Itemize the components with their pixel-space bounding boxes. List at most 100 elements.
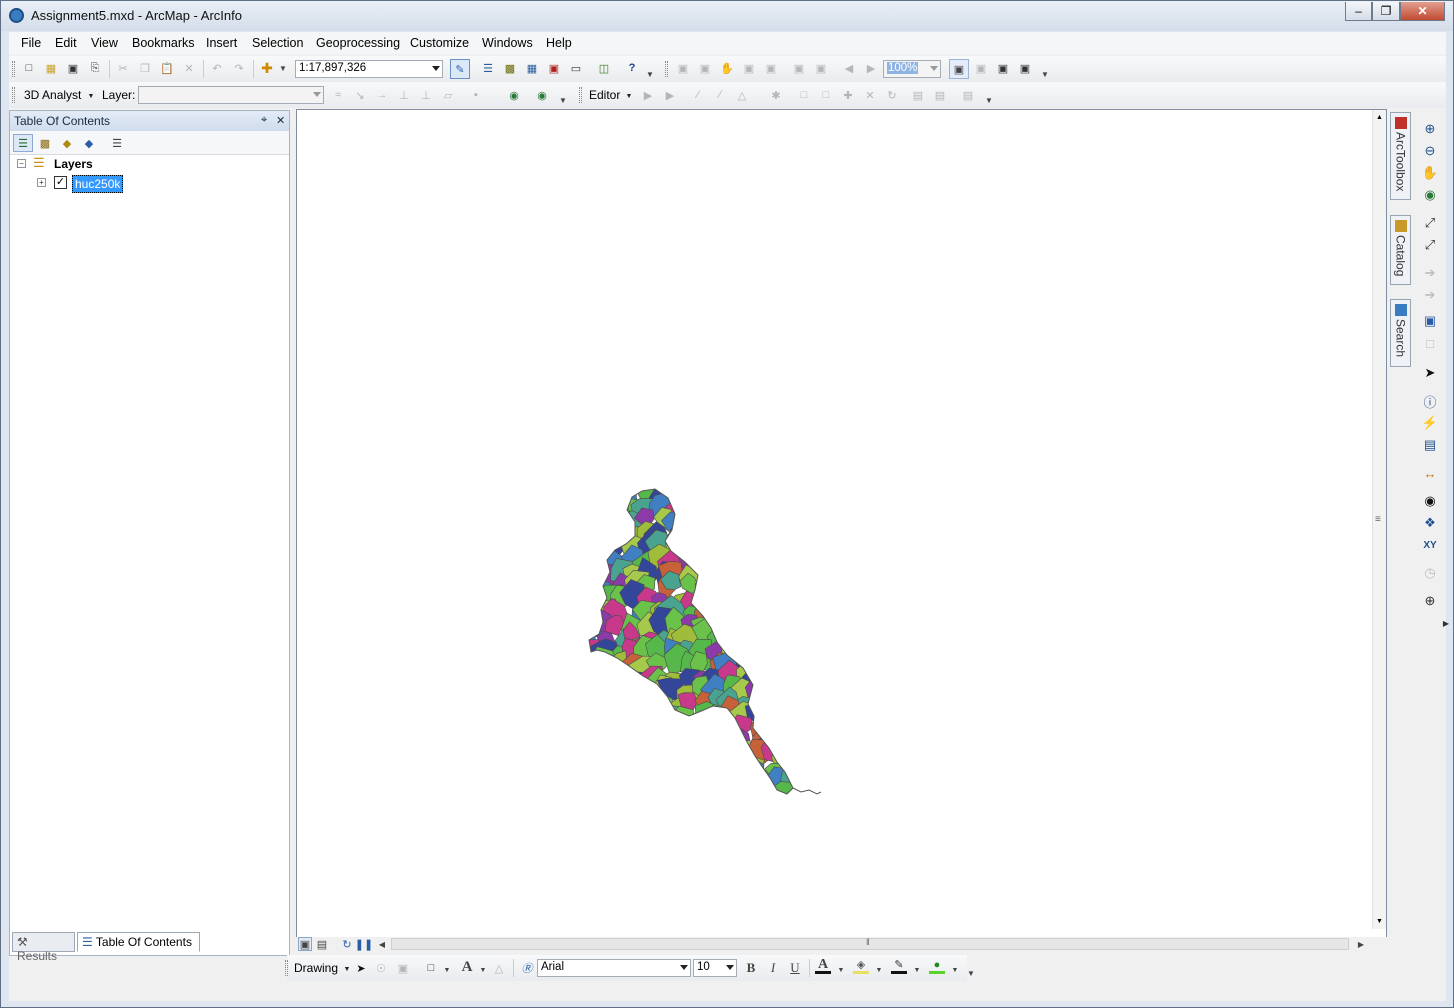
menu-windows[interactable]: Windows (482, 36, 533, 50)
layer-select[interactable] (138, 86, 324, 104)
modelbuilder-icon[interactable]: ◫ (596, 60, 612, 76)
pan-icon[interactable]: ✋ (1420, 164, 1440, 182)
redo-icon[interactable]: ↷ (231, 60, 247, 76)
print-icon[interactable]: ⎘ (87, 60, 103, 76)
undo-icon[interactable]: ↶ (209, 60, 225, 76)
straight-segment-icon[interactable]: ∕ (690, 87, 706, 103)
steepest-path-icon[interactable]: ↘ (352, 87, 368, 103)
map-scale-combo[interactable]: 1:17,897,326 (295, 60, 443, 78)
point-icon[interactable]: ✱ (768, 87, 784, 103)
measure-icon[interactable]: ↔ (1420, 464, 1440, 482)
layout-zoom-combo[interactable]: 100% (883, 60, 941, 78)
edit-tool-icon[interactable]: ▶ (640, 87, 656, 103)
hyperlink-icon[interactable]: ⚡ (1420, 414, 1440, 432)
arcscene-icon[interactable]: ◉ (506, 87, 522, 103)
marker-color-icon[interactable]: ● (929, 958, 945, 974)
close-button[interactable]: ✕ (1400, 2, 1445, 21)
chevron-down-icon[interactable]: ▼ (621, 88, 637, 104)
data-view-icon[interactable]: ▣ (298, 937, 312, 951)
maximize-button[interactable]: ❐ (1372, 2, 1400, 21)
toolbar-grip[interactable] (12, 61, 15, 77)
font-name-select[interactable]: Arial (537, 959, 691, 977)
layer-name-huc250k[interactable]: huc250k (72, 175, 124, 193)
end-point-arc-icon[interactable]: ∕ (712, 87, 728, 103)
focus-data-frame-icon[interactable]: ▣ (973, 60, 989, 76)
interpolate-polygon-icon[interactable]: ▱ (440, 87, 456, 103)
open-folder-icon[interactable]: ▦ (43, 60, 59, 76)
scroll-thumb[interactable]: ≡ (1375, 514, 1381, 525)
underline-button[interactable]: U (787, 960, 803, 976)
data-driven-pages-icon[interactable]: ▣ (1017, 60, 1033, 76)
toolbar-grip[interactable] (285, 960, 288, 976)
whats-this-icon[interactable]: ? (624, 60, 640, 76)
fixed-zoom-out-icon[interactable]: ⤢ (1420, 236, 1440, 254)
trace-icon[interactable]: △ (734, 87, 750, 103)
html-popup-icon[interactable]: ▤ (1420, 436, 1440, 454)
sketch-properties-icon[interactable]: ▤ (932, 87, 948, 103)
edit-vertices-icon[interactable]: □ (796, 87, 812, 103)
select-elements-icon[interactable]: ➤ (1420, 364, 1440, 382)
list-by-drawing-order-icon[interactable]: ☰ (13, 134, 33, 152)
bold-button[interactable]: B (743, 960, 759, 976)
pin-icon[interactable]: ⌖ (261, 114, 267, 127)
rectangle-icon[interactable]: □ (423, 960, 439, 976)
add-data-dropdown-icon[interactable]: ▼ (275, 60, 291, 76)
list-by-visibility-icon[interactable]: ◆ (59, 135, 75, 151)
chevron-down-icon[interactable]: ▼ (83, 88, 99, 104)
toggle-draft-mode-icon[interactable]: ▣ (949, 59, 969, 79)
toolbar-options-icon[interactable]: ▼ (1037, 66, 1053, 82)
menu-help[interactable]: Help (546, 36, 572, 50)
list-by-source-icon[interactable]: ▩ (37, 135, 53, 151)
interpolate-point-icon[interactable]: ⊥ (396, 87, 412, 103)
split-tool-icon[interactable]: ✕ (862, 87, 878, 103)
table-of-contents-icon[interactable]: ☰ (480, 60, 496, 76)
go-forward-extent-icon[interactable]: ▶ (863, 60, 879, 76)
editor-toolbar-icon[interactable]: ✎ (450, 59, 470, 79)
menu-selection[interactable]: Selection (252, 36, 303, 50)
collapse-layers-toggle[interactable]: − (17, 159, 26, 168)
line-color-icon[interactable]: ✎ (891, 958, 907, 974)
scroll-left-icon[interactable]: ◀ (375, 937, 389, 951)
chevron-down-icon[interactable]: ▼ (947, 962, 963, 978)
drawing-menu[interactable]: Drawing (294, 961, 338, 975)
layer-visibility-checkbox[interactable]: ✓ (54, 176, 67, 189)
scroll-right-icon[interactable]: ▶ (1354, 937, 1368, 951)
edit-vertices-icon[interactable]: △ (491, 960, 507, 976)
rotate-icon[interactable]: ☉ (373, 960, 389, 976)
menu-bookmarks[interactable]: Bookmarks (132, 36, 195, 50)
zoom-out-layout-icon[interactable]: ▣ (697, 60, 713, 76)
minimize-button[interactable]: – (1345, 2, 1372, 21)
full-extent-icon[interactable]: ◉ (1420, 186, 1440, 204)
scroll-thumb[interactable]: ‖ (866, 937, 870, 947)
toolbar-options-icon[interactable]: ▶ (1436, 614, 1454, 632)
refresh-view-icon[interactable]: ↻ (340, 937, 354, 951)
pan-layout-icon[interactable]: ✋ (719, 60, 735, 76)
menu-edit[interactable]: Edit (55, 36, 77, 50)
go-back-icon[interactable]: ➔ (1420, 264, 1440, 282)
new-document-icon[interactable]: □ (21, 60, 37, 76)
add-data-icon[interactable]: ✚ (259, 60, 275, 76)
italic-button[interactable]: I (765, 960, 781, 976)
expand-layer-toggle[interactable]: + (37, 178, 46, 187)
arctoolbox-icon[interactable]: ▣ (546, 60, 562, 76)
dock-tab-catalog[interactable]: Catalog (1390, 215, 1411, 285)
select-features-icon[interactable]: ▣ (1420, 312, 1440, 330)
go-to-xy-icon[interactable]: XY (1420, 536, 1440, 554)
interpolate-line-icon[interactable]: ⊥ (418, 87, 434, 103)
line-of-sight-icon[interactable]: → (374, 87, 390, 103)
layout-view-icon[interactable]: ▤ (315, 937, 329, 951)
close-panel-icon[interactable]: ✕ (276, 114, 285, 127)
toolbar-grip[interactable] (579, 87, 582, 103)
scroll-down-icon[interactable]: ▼ (1376, 918, 1383, 925)
profile-graph-icon[interactable]: ▪ (468, 87, 484, 103)
contour-icon[interactable]: ≈ (330, 87, 346, 103)
delete-icon[interactable]: ✕ (181, 60, 197, 76)
search-window-icon[interactable]: ▦ (524, 60, 540, 76)
reshape-feature-icon[interactable]: □ (818, 87, 834, 103)
layers-root-label[interactable]: Layers (54, 157, 93, 171)
fill-color-icon[interactable]: ◈ (853, 958, 869, 974)
fixed-zoom-in-icon[interactable]: ⤢ (1420, 214, 1440, 232)
tab-table-of-contents[interactable]: ☰ Table Of Contents (77, 932, 200, 952)
menu-customize[interactable]: Customize (410, 36, 469, 50)
pause-drawing-icon[interactable]: ❚❚ (355, 937, 373, 951)
